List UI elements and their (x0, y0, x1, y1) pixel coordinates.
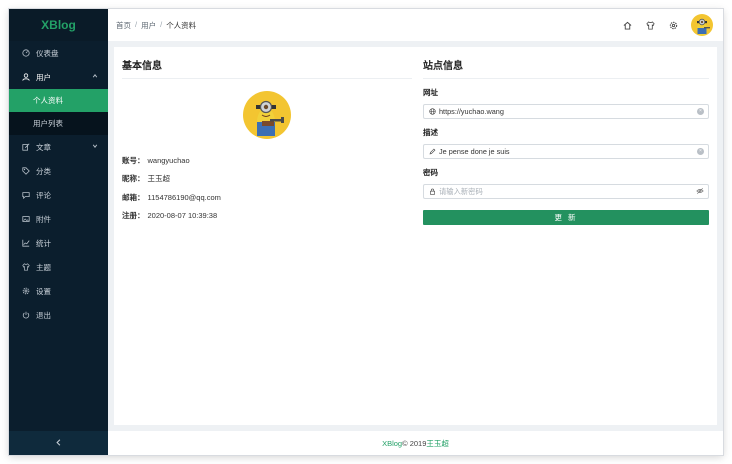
profile-label: 账号： (122, 155, 145, 165)
tag-icon (21, 167, 31, 175)
shirt-icon[interactable] (645, 20, 656, 31)
desc-input[interactable] (439, 147, 679, 156)
main-content: 基本信息 账号： wangyuchao 昵称： 王玉超 邮箱： 11547861… (108, 41, 723, 431)
sidebar-item-label: 评论 (36, 190, 51, 200)
home-icon[interactable] (622, 20, 633, 31)
comment-icon (21, 191, 31, 199)
basic-info-title: 基本信息 (122, 57, 412, 79)
sidebar-item-logout[interactable]: 退出 (9, 303, 108, 327)
profile-row-account: 账号： wangyuchao (122, 151, 412, 170)
breadcrumb-home[interactable]: 首页 (116, 20, 131, 31)
url-input[interactable] (439, 107, 679, 116)
breadcrumb-separator: / (160, 19, 163, 29)
gear-icon (21, 287, 31, 295)
sidebar-item-label: 设置 (36, 286, 51, 296)
top-header: 首页 / 用户 / 个人资料 (108, 9, 723, 41)
profile-info: 账号： wangyuchao 昵称： 王玉超 邮箱： 1154786190@qq… (122, 151, 412, 225)
chevron-up-icon (92, 73, 98, 81)
profile-card: 基本信息 账号： wangyuchao 昵称： 王玉超 邮箱： 11547861… (114, 47, 717, 425)
sidebar-item-label: 用户 (36, 72, 51, 82)
chart-icon (21, 239, 31, 247)
profile-value: 2020-08-07 10:39:38 (147, 211, 218, 221)
edit-icon (21, 143, 31, 151)
eye-off-icon[interactable] (696, 187, 704, 197)
power-icon (21, 311, 31, 319)
chevron-down-icon (92, 143, 98, 151)
app-window: XBlog 仪表盘 用户 个人资料 用户列表 文章 分类 评论 附件 统计 主题… (9, 9, 723, 455)
url-field: × (423, 104, 709, 119)
footer-brand[interactable]: XBlog (382, 439, 402, 448)
sidebar-item-themes[interactable]: 主题 (9, 255, 108, 279)
pen-icon (428, 148, 436, 155)
password-field (423, 184, 709, 199)
password-input[interactable] (439, 187, 679, 196)
sidebar-item-label: 仪表盘 (36, 48, 59, 58)
sidebar-item-categories[interactable]: 分类 (9, 159, 108, 183)
footer-author[interactable]: 王玉超 (426, 438, 449, 449)
user-icon (21, 73, 31, 81)
breadcrumb-users[interactable]: 用户 (141, 20, 156, 31)
sidebar-subitem-profile[interactable]: 个人资料 (9, 89, 108, 112)
sidebar-item-label: 分类 (36, 166, 51, 176)
gear-icon[interactable] (668, 20, 679, 31)
clear-icon[interactable]: × (697, 108, 704, 115)
sidebar-submenu-users: 个人资料 用户列表 (9, 89, 108, 135)
image-icon (21, 215, 31, 223)
clear-icon[interactable]: × (697, 148, 704, 155)
breadcrumb: 首页 / 用户 / 个人资料 (116, 20, 196, 31)
sidebar: XBlog 仪表盘 用户 个人资料 用户列表 文章 分类 评论 附件 统计 主题… (9, 9, 108, 455)
url-label: 网址 (423, 88, 438, 97)
profile-avatar (243, 91, 291, 139)
profile-row-email: 邮箱： 1154786190@qq.com (122, 188, 412, 207)
sidebar-item-label: 统计 (36, 238, 51, 248)
site-info-title: 站点信息 (423, 57, 709, 79)
shirt-icon (21, 263, 31, 271)
sidebar-menu: 仪表盘 用户 个人资料 用户列表 文章 分类 评论 附件 统计 主题 设置 退出 (9, 41, 108, 327)
basic-info-section: 基本信息 账号： wangyuchao 昵称： 王玉超 邮箱： 11547861… (122, 57, 412, 225)
profile-value: 王玉超 (147, 174, 171, 184)
profile-value: wangyuchao (147, 155, 190, 165)
sidebar-item-settings[interactable]: 设置 (9, 279, 108, 303)
profile-row-nickname: 昵称： 王玉超 (122, 170, 412, 189)
footer: XBlog © 2019 王玉超 (108, 431, 723, 455)
sidebar-item-label: 主题 (36, 262, 51, 272)
desc-label: 描述 (423, 128, 438, 137)
profile-label: 邮箱： (122, 192, 145, 202)
lock-icon (428, 188, 436, 195)
sidebar-collapse-button[interactable] (9, 431, 108, 455)
breadcrumb-separator: / (135, 19, 138, 29)
sidebar-item-label: 文章 (36, 142, 51, 152)
sidebar-item-posts[interactable]: 文章 (9, 135, 108, 159)
globe-icon (428, 108, 436, 115)
profile-value: 1154786190@qq.com (147, 192, 221, 202)
sidebar-item-comments[interactable]: 评论 (9, 183, 108, 207)
desc-field: × (423, 144, 709, 159)
update-button[interactable]: 更 新 (423, 210, 709, 225)
sidebar-item-dashboard[interactable]: 仪表盘 (9, 41, 108, 65)
avatar[interactable] (691, 14, 713, 36)
profile-label: 昵称： (122, 174, 145, 184)
sidebar-item-attachments[interactable]: 附件 (9, 207, 108, 231)
profile-label: 注册： (122, 211, 145, 221)
dashboard-icon (21, 49, 31, 57)
footer-copyright: © 2019 (402, 438, 427, 448)
sidebar-subitem-user-list[interactable]: 用户列表 (9, 112, 108, 135)
breadcrumb-current: 个人资料 (166, 20, 197, 30)
header-actions (622, 14, 713, 36)
chevron-left-icon (55, 438, 62, 448)
sidebar-item-label: 退出 (36, 310, 51, 320)
sidebar-item-label: 附件 (36, 214, 51, 224)
profile-row-registered: 注册： 2020-08-07 10:39:38 (122, 207, 412, 226)
sidebar-item-users[interactable]: 用户 (9, 65, 108, 89)
sidebar-item-stats[interactable]: 统计 (9, 231, 108, 255)
brand-logo[interactable]: XBlog (9, 9, 108, 41)
site-info-section: 站点信息 网址 × 描述 × 密码 (423, 57, 709, 225)
password-label: 密码 (423, 168, 438, 177)
